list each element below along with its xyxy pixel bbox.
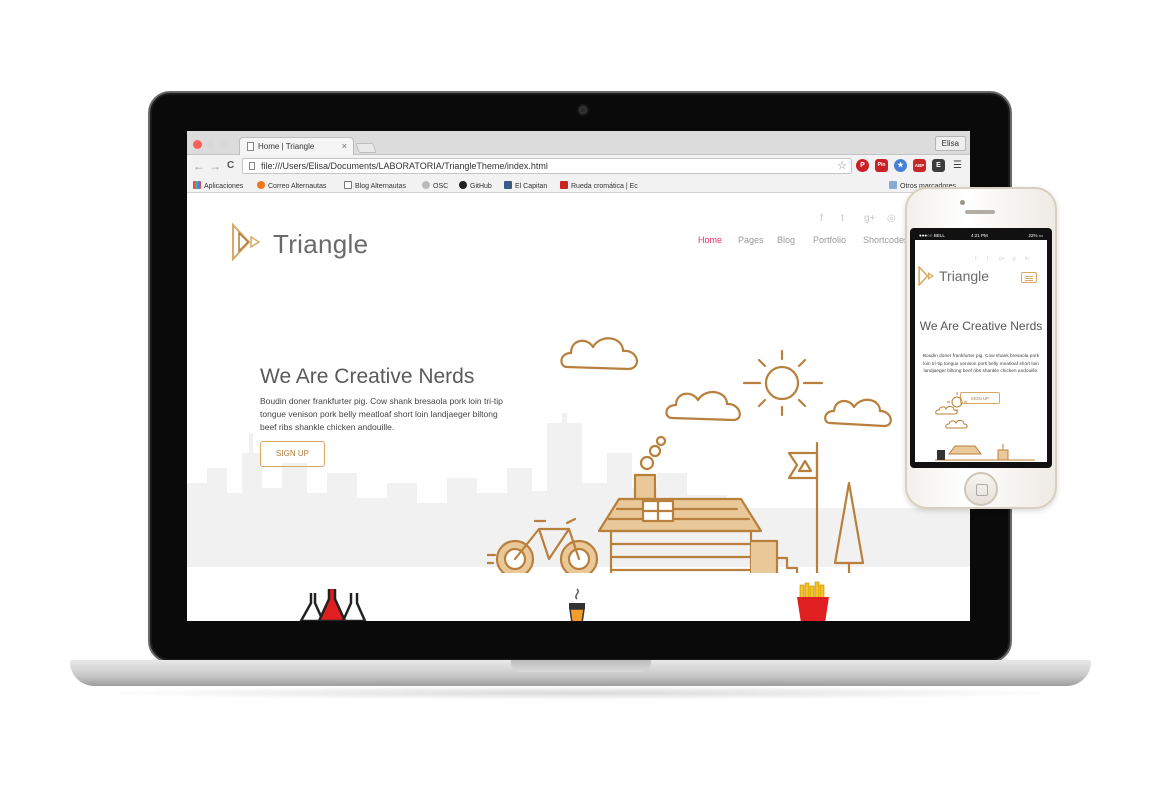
laptop-camera [577, 104, 589, 116]
signup-button[interactable]: SIGN UP [260, 441, 325, 467]
french-fries-icon [797, 581, 829, 621]
phone-logo-text[interactable]: Triangle [939, 268, 989, 284]
dribbble-icon[interactable]: ◎ [1012, 256, 1016, 262]
phone-hero-headline: We Are Creative Nerds [919, 319, 1043, 333]
hamburger-menu-button[interactable] [1021, 272, 1037, 283]
cloud-icon [824, 398, 892, 428]
folder-icon [889, 181, 897, 189]
browser-toolbar: ← → C file:///Users/Elisa/Documents/LABO… [187, 155, 970, 177]
laptop-screen: Home | Triangle × Elisa ← → C file:///Us… [187, 131, 970, 621]
phone-status-bar: ●●●○○ BELL 4:21 PM 22% ▭ [915, 232, 1047, 240]
bookmark-el-capitan[interactable]: El Capitan [504, 181, 547, 190]
dribbble-icon[interactable]: ◎ [887, 213, 896, 224]
browser-tab[interactable]: Home | Triangle × [239, 137, 354, 155]
star-extension-icon[interactable]: ★ [894, 159, 907, 172]
pin-icon[interactable]: Pin [875, 159, 888, 172]
bookmark-github[interactable]: GitHub [459, 181, 492, 190]
new-tab-button[interactable] [355, 143, 377, 153]
nav-blog[interactable]: Blog [777, 235, 795, 245]
hero-headline: We Are Creative Nerds [260, 365, 475, 388]
battery-text: 22% ▭ [1028, 233, 1043, 238]
address-bar[interactable]: file:///Users/Elisa/Documents/LABORATORI… [242, 158, 852, 174]
coffee-cup-icon [569, 588, 585, 621]
github-icon [459, 181, 467, 189]
twitter-icon[interactable]: t [841, 213, 844, 224]
menu-icon[interactable]: ☰ [953, 159, 962, 173]
bookmarks-bar: Aplicaciones Correo Alternautas Blog Alt… [187, 177, 970, 193]
google-plus-icon[interactable]: g+ [864, 213, 875, 224]
reload-icon[interactable]: C [227, 159, 234, 173]
tab-close-icon[interactable]: × [342, 141, 347, 151]
bookmark-correo[interactable]: Correo Alternautas [257, 181, 326, 190]
facebook-icon[interactable]: f [975, 256, 976, 262]
page-icon [344, 181, 352, 189]
mail-icon [257, 181, 265, 189]
pinterest-icon[interactable]: P [856, 159, 869, 172]
tab-title: Home | Triangle [258, 142, 315, 151]
profile-button[interactable]: Elisa [934, 136, 966, 151]
url-text: file:///Users/Elisa/Documents/LABORATORI… [261, 161, 548, 171]
twitter-icon[interactable]: t [987, 256, 988, 262]
phone-hero-body: Boudin doner frankfurter pig. Cow shank … [922, 354, 1040, 374]
close-window-button[interactable] [193, 140, 202, 149]
forward-icon[interactable]: → [209, 159, 221, 173]
page-icon [249, 162, 255, 170]
carrier-text: ●●●○○ BELL [919, 233, 945, 238]
phone-website: f t g+ ◎ in Triangle We Are Creative Ner… [915, 240, 1047, 462]
phone-time: 4:21 PM [971, 233, 988, 238]
google-plus-icon[interactable]: g+ [999, 256, 1005, 262]
adobe-icon [560, 181, 568, 189]
adblock-icon[interactable]: ABP [913, 159, 926, 172]
phone-speaker [965, 210, 995, 214]
sun-icon [764, 365, 800, 401]
el-capitan-icon [504, 181, 512, 189]
phone-illustration [935, 392, 1035, 461]
bookmark-rueda[interactable]: Rueda cromática | Ec [560, 181, 638, 190]
evernote-icon[interactable]: E [932, 159, 945, 172]
laptop-notch [511, 660, 651, 672]
nav-shortcodes[interactable]: Shortcodes [863, 235, 909, 245]
triangle-logo-icon [918, 266, 935, 286]
cloud-icon [560, 337, 639, 371]
zoom-window-button[interactable] [219, 140, 228, 149]
facebook-icon[interactable]: f [820, 213, 823, 224]
bookmark-osc[interactable]: OSC [422, 181, 448, 190]
triangle-logo-icon [232, 223, 261, 261]
browser-tabbar: Home | Triangle × Elisa [187, 131, 970, 155]
laptop-shadow [90, 686, 1070, 700]
bookmark-blog[interactable]: Blog Alternautas [344, 181, 406, 190]
nav-portfolio[interactable]: Portfolio [813, 235, 846, 245]
minimize-window-button[interactable] [206, 140, 215, 149]
flasks-icon [299, 589, 367, 621]
phone-home-button[interactable] [964, 472, 998, 506]
cabin-illustration [487, 337, 892, 573]
site-logo-text[interactable]: Triangle [273, 229, 368, 260]
nav-pages[interactable]: Pages [738, 235, 764, 245]
website: f t g+ ◎ Triangle Home Pages Blog Portfo… [187, 193, 970, 621]
osc-icon [422, 181, 430, 189]
bookmark-star-icon[interactable]: ☆ [837, 159, 847, 172]
linkedin-icon[interactable]: in [1025, 256, 1029, 262]
hero-body-text: Boudin doner frankfurter pig. Cow shank … [260, 396, 503, 432]
cloud-icon [665, 391, 741, 422]
phone-camera [960, 200, 965, 205]
document-icon [247, 142, 254, 151]
back-icon[interactable]: ← [193, 159, 205, 173]
bookmark-aplicaciones[interactable]: Aplicaciones [193, 181, 243, 190]
nav-home[interactable]: Home [698, 235, 722, 245]
apps-grid-icon [193, 181, 201, 189]
